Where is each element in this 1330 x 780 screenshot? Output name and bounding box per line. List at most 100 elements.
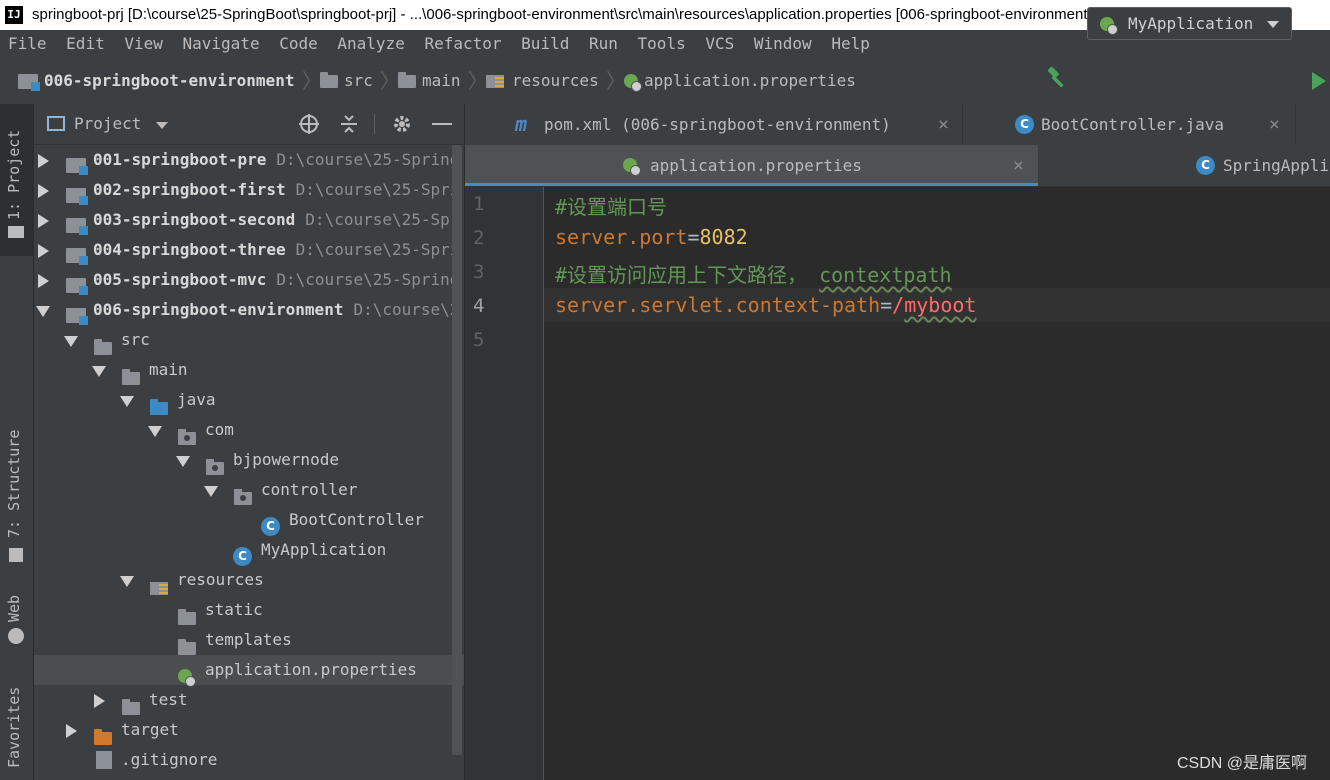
stripe-project-button[interactable]: 1: Project	[5, 130, 23, 220]
collapse-arrow-icon[interactable]	[36, 306, 50, 317]
gear-icon[interactable]	[391, 113, 413, 135]
tree-item-controller[interactable]: controller	[34, 475, 464, 505]
collapse-arrow-icon[interactable]	[120, 396, 134, 407]
tree-item-java[interactable]: java	[34, 385, 464, 415]
breadcrumb-module[interactable]: 006-springboot-environment	[18, 58, 294, 104]
breadcrumb-file[interactable]: application.properties	[624, 58, 856, 104]
tree-item-bjpowernode[interactable]: bjpowernode	[34, 445, 464, 475]
menu-view[interactable]: View	[124, 30, 163, 58]
breadcrumb-src[interactable]: src	[320, 58, 373, 104]
module-icon	[18, 73, 40, 91]
chevron-down-icon[interactable]	[156, 122, 168, 129]
close-icon[interactable]: ×	[938, 104, 949, 145]
collapse-arrow-icon[interactable]	[148, 426, 162, 437]
tree-item-static[interactable]: static	[34, 595, 464, 625]
tree-item-target[interactable]: target	[34, 715, 464, 745]
run-play-icon[interactable]	[1312, 72, 1326, 90]
csdn-watermark: CSDN @是庸医啊	[1177, 755, 1308, 772]
build-hammer-icon[interactable]	[1045, 66, 1069, 90]
tree-item-src[interactable]: src	[34, 325, 464, 355]
menu-edit[interactable]: Edit	[66, 30, 105, 58]
menu-code[interactable]: Code	[279, 30, 318, 58]
expand-arrow-icon[interactable]	[38, 274, 49, 288]
tree-item-003-springboot-second[interactable]: 003-springboot-second D:\course\25-Spr	[34, 205, 464, 235]
tree-item-004-springboot-three[interactable]: 004-springboot-three D:\course\25-Spri	[34, 235, 464, 265]
project-scrollbar[interactable]	[452, 145, 462, 755]
maven-icon: m	[515, 112, 528, 136]
tree-item-resources[interactable]: resources	[34, 565, 464, 595]
menu-build[interactable]: Build	[521, 30, 569, 58]
spring-boot-icon	[1100, 17, 1118, 35]
chevron-down-icon	[1267, 21, 1279, 28]
stripe-web-button[interactable]: Web	[5, 595, 23, 622]
hide-minus-icon[interactable]	[432, 123, 452, 125]
code-line-2[interactable]: server.port=8082	[555, 225, 748, 249]
tab-pom-xml[interactable]: m pom.xml (006-springboot-environment) ×	[465, 104, 963, 145]
editor-tabs-row-1: m pom.xml (006-springboot-environment) ×…	[465, 104, 1330, 146]
tree-item-001-springboot-pre[interactable]: 001-springboot-pre D:\course\25-Spring	[34, 145, 464, 175]
collapse-arrow-icon[interactable]	[120, 576, 134, 587]
folder-icon	[178, 639, 196, 655]
tree-item-gitignore[interactable]: .gitignore	[34, 745, 464, 775]
menu-window[interactable]: Window	[754, 30, 812, 58]
folder-icon	[178, 609, 196, 625]
expand-arrow-icon[interactable]	[38, 244, 49, 258]
window-title: springboot-prj [D:\course\25-SpringBoot\…	[32, 6, 1226, 23]
menu-tools[interactable]: Tools	[638, 30, 686, 58]
tree-item-006-springboot-environment[interactable]: 006-springboot-environment D:\course\2	[34, 295, 464, 325]
menu-vcs[interactable]: VCS	[705, 30, 734, 58]
project-panel-header: Project	[34, 104, 464, 145]
tree-item-myapplication[interactable]: C MyApplication	[34, 535, 464, 566]
code-line-4[interactable]: server.servlet.context-path=/myboot	[555, 293, 976, 317]
menu-refactor[interactable]: Refactor	[424, 30, 501, 58]
tree-item-application-properties[interactable]: application.properties	[34, 655, 464, 687]
tree-item-002-springboot-first[interactable]: 002-springboot-first D:\course\25-Spri	[34, 175, 464, 205]
folder-icon	[320, 71, 338, 88]
folder-icon	[122, 369, 140, 385]
expand-arrow-icon[interactable]	[38, 214, 49, 228]
line-number: 3	[473, 261, 485, 283]
tree-item-bootcontroller[interactable]: C BootController	[34, 505, 464, 536]
spring-properties-icon	[178, 669, 196, 687]
tree-item-005-springboot-mvc[interactable]: 005-springboot-mvc D:\course\25-Spring	[34, 265, 464, 295]
stripe-structure-button[interactable]: 7: Structure	[5, 430, 23, 538]
expand-arrow-icon[interactable]	[66, 724, 77, 738]
expand-arrow-icon[interactable]	[38, 184, 49, 198]
chevron-right-icon: 〉	[380, 69, 400, 93]
tab-application-properties[interactable]: application.properties ×	[465, 145, 1038, 186]
tab-bootcontroller-java[interactable]: C BootController.java ×	[963, 104, 1296, 145]
breadcrumb-resources[interactable]: resources	[486, 58, 599, 104]
tree-item-com[interactable]: com	[34, 415, 464, 445]
module-icon	[66, 218, 88, 235]
expand-arrow-icon[interactable]	[38, 154, 49, 168]
spring-properties-icon	[624, 74, 642, 92]
code-line-1[interactable]: #设置端口号	[555, 191, 667, 220]
expand-arrow-icon[interactable]	[94, 694, 105, 708]
menu-file[interactable]: File	[8, 30, 47, 58]
collapse-all-icon[interactable]	[338, 113, 360, 135]
menu-analyze[interactable]: Analyze	[337, 30, 404, 58]
collapse-arrow-icon[interactable]	[176, 456, 190, 467]
tree-item-main[interactable]: main	[34, 355, 464, 385]
menu-navigate[interactable]: Navigate	[183, 30, 260, 58]
collapse-arrow-icon[interactable]	[204, 486, 218, 497]
run-configuration-select[interactable]: MyApplication	[1087, 7, 1292, 40]
chevron-right-icon: 〉	[302, 69, 322, 93]
menu-help[interactable]: Help	[831, 30, 870, 58]
chevron-right-icon: 〉	[468, 69, 488, 93]
tree-item-test[interactable]: test	[34, 685, 464, 715]
tab-springapplication[interactable]: C SpringAppli	[1039, 145, 1330, 186]
stripe-favorites-button[interactable]: Favorites	[5, 687, 23, 768]
code-line-3[interactable]: #设置访问应用上下文路径， contextpath	[555, 259, 952, 288]
collapse-arrow-icon[interactable]	[64, 336, 78, 347]
tree-item-templates[interactable]: templates	[34, 625, 464, 655]
locate-target-icon[interactable]	[298, 113, 320, 135]
collapse-arrow-icon[interactable]	[92, 366, 106, 377]
close-icon[interactable]: ×	[1269, 104, 1280, 145]
breadcrumb-main[interactable]: main	[398, 58, 461, 104]
resources-folder-icon	[486, 74, 504, 88]
close-icon[interactable]: ×	[1013, 145, 1024, 186]
folder-icon	[122, 699, 140, 715]
project-view-title[interactable]: Project	[74, 104, 141, 144]
menu-run[interactable]: Run	[589, 30, 618, 58]
